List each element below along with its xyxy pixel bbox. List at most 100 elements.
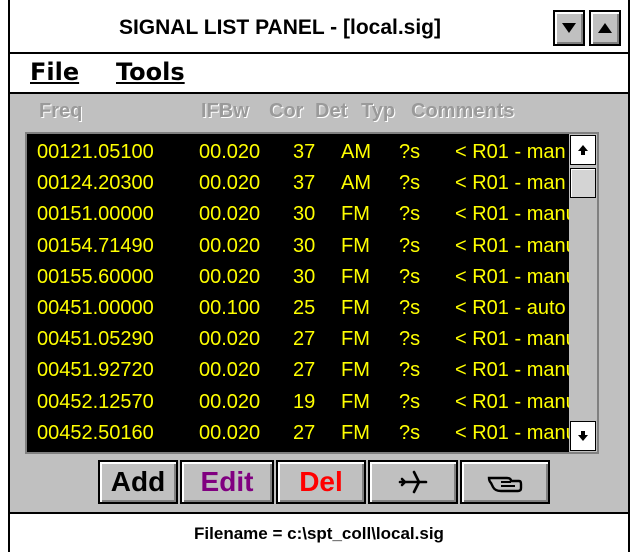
- cell-cor: 30: [293, 265, 316, 288]
- cell-typ: ?s: [399, 234, 421, 257]
- column-header-comments[interactable]: Comments: [411, 100, 514, 123]
- list-item[interactable]: 00451.92720 00.020 27 FM ?s < R01 - manu: [27, 356, 575, 388]
- maximize-button[interactable]: [589, 10, 621, 46]
- edit-button[interactable]: Edit: [180, 460, 274, 504]
- triangle-down-icon: [562, 23, 576, 33]
- cell-ifbw: 00.020: [199, 390, 261, 413]
- cell-typ: ?s: [399, 265, 421, 288]
- cell-typ: ?s: [399, 297, 421, 319]
- scroll-up-button[interactable]: [570, 135, 596, 165]
- cell-freq: 00452.50160: [37, 421, 154, 444]
- cell-comments: < R01 - manu: [455, 265, 575, 288]
- cell-cor: 30: [293, 234, 316, 257]
- list-item[interactable]: 00451.00000 00.100 25 FM ?s < R01 - auto: [27, 294, 575, 326]
- column-header-ifbw[interactable]: IFBw: [201, 100, 249, 123]
- cell-freq: 00451.92720: [37, 359, 154, 382]
- cell-cor: 25: [293, 297, 316, 319]
- airplane-button[interactable]: [368, 460, 458, 504]
- menu-file-label: File: [30, 58, 80, 86]
- cell-ifbw: 00.020: [199, 172, 261, 195]
- scroll-down-button[interactable]: [570, 421, 596, 451]
- cell-typ: ?s: [399, 390, 421, 413]
- arrow-down-icon: [578, 431, 588, 441]
- cell-freq: 00151.00000: [37, 203, 154, 226]
- cell-comments: < R01 - manu: [455, 390, 575, 413]
- cell-comments: < R01 - man: [455, 172, 566, 195]
- cell-cor: 27: [293, 328, 316, 351]
- list-item[interactable]: 00155.60000 00.020 30 FM ?s < R01 - manu: [27, 263, 575, 295]
- hand-button[interactable]: [460, 460, 550, 504]
- menu-file[interactable]: File: [30, 58, 79, 86]
- menu-tools-label: Tools: [116, 58, 185, 86]
- cell-freq: 00121.05100: [37, 141, 154, 163]
- vertical-scrollbar[interactable]: [569, 134, 597, 452]
- airplane-icon: [398, 470, 428, 494]
- cell-det: FM: [341, 328, 370, 351]
- status-filename: Filename = c:\spt_coll\local.sig: [194, 524, 444, 543]
- column-headers: Freq IFBw Cor Det Typ Comments: [25, 96, 599, 134]
- cell-freq: 00451.00000: [37, 297, 154, 319]
- cell-freq: 00124.20300: [37, 172, 154, 195]
- cell-det: FM: [341, 359, 370, 382]
- list-item[interactable]: 00154.71490 00.020 30 FM ?s < R01 - manu: [27, 232, 575, 264]
- cell-freq: 00452.12570: [37, 390, 154, 413]
- cell-ifbw: 00.020: [199, 421, 261, 444]
- cell-comments: < R01 - manu: [455, 203, 575, 226]
- menu-tools[interactable]: Tools: [116, 58, 185, 86]
- cell-det: FM: [341, 421, 370, 444]
- cell-freq: 00451.05290: [37, 328, 154, 351]
- signal-list-area: Freq IFBw Cor Det Typ Comments 00121.051…: [25, 96, 599, 454]
- title-bar[interactable]: SIGNAL LIST PANEL - [local.sig]: [10, 0, 628, 54]
- list-item[interactable]: 00121.05100 00.020 37 AM ?s < R01 - man: [27, 138, 575, 170]
- cell-comments: < R01 - manu: [455, 421, 575, 444]
- list-item[interactable]: 00151.00000 00.020 30 FM ?s < R01 - manu: [27, 200, 575, 232]
- cell-cor: 19: [293, 390, 316, 413]
- cell-det: AM: [341, 141, 371, 163]
- column-header-typ[interactable]: Typ: [361, 100, 395, 123]
- cell-typ: ?s: [399, 172, 421, 195]
- triangle-up-icon: [598, 23, 612, 33]
- cell-comments: < R01 - manu: [455, 359, 575, 382]
- cell-cor: 30: [293, 203, 316, 226]
- cell-comments: < R01 - man: [455, 141, 566, 163]
- cell-cor: 27: [293, 421, 316, 444]
- pointing-hand-icon: [487, 476, 523, 493]
- cell-comments: < R01 - manu: [455, 328, 575, 351]
- cell-typ: ?s: [399, 203, 421, 226]
- cell-det: FM: [341, 297, 370, 319]
- delete-button[interactable]: Del: [276, 460, 366, 504]
- column-header-cor[interactable]: Cor: [269, 100, 303, 123]
- cell-ifbw: 00.100: [199, 297, 261, 319]
- cell-ifbw: 00.020: [199, 234, 261, 257]
- scroll-thumb[interactable]: [570, 168, 596, 198]
- cell-ifbw: 00.020: [199, 328, 261, 351]
- cell-typ: ?s: [399, 421, 421, 444]
- cell-comments: < R01 - auto: [455, 297, 566, 319]
- cell-freq: 00155.60000: [37, 265, 154, 288]
- arrow-up-icon: [578, 145, 588, 155]
- list-item[interactable]: 00451.05290 00.020 27 FM ?s < R01 - manu: [27, 325, 575, 357]
- cell-det: FM: [341, 390, 370, 413]
- column-header-freq[interactable]: Freq: [39, 100, 82, 123]
- cell-typ: ?s: [399, 141, 421, 163]
- signal-listbox[interactable]: 00121.05100 00.020 37 AM ?s < R01 - man 00124.…: [25, 132, 599, 454]
- column-header-det[interactable]: Det: [315, 100, 347, 123]
- cell-cor: 37: [293, 141, 316, 163]
- cell-comments: < R01 - manu: [455, 234, 575, 257]
- add-button[interactable]: Add: [98, 460, 178, 504]
- status-bar: Filename = c:\spt_coll\local.sig: [10, 512, 628, 554]
- cell-ifbw: 00.020: [199, 265, 261, 288]
- cell-det: AM: [341, 172, 371, 195]
- list-item[interactable]: 00452.12570 00.020 19 FM ?s < R01 - manu: [27, 388, 575, 420]
- cell-typ: ?s: [399, 328, 421, 351]
- list-item[interactable]: 00124.20300 00.020 37 AM ?s < R01 - man: [27, 169, 575, 201]
- cell-typ: ?s: [399, 359, 421, 382]
- cell-cor: 27: [293, 359, 316, 382]
- minimize-button[interactable]: [553, 10, 585, 46]
- cell-freq: 00154.71490: [37, 234, 154, 257]
- cell-ifbw: 00.020: [199, 203, 261, 226]
- list-item[interactable]: 00452.50160 00.020 27 FM ?s < R01 - manu: [27, 419, 575, 451]
- action-button-row: Add Edit Del: [10, 460, 628, 506]
- cell-det: FM: [341, 265, 370, 288]
- cell-ifbw: 00.020: [199, 359, 261, 382]
